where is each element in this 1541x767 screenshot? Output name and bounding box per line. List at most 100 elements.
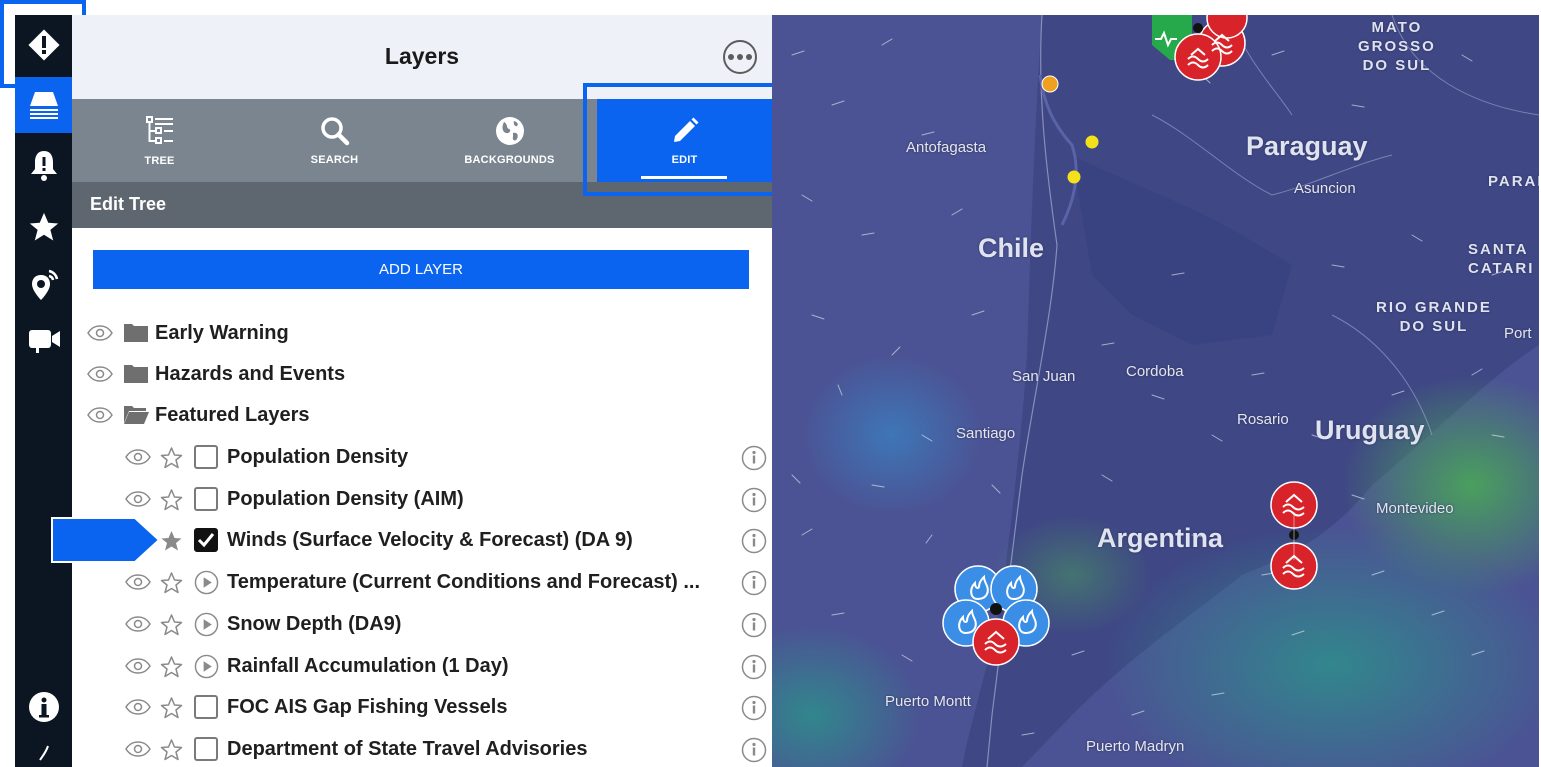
map-country-label: Uruguay — [1315, 415, 1425, 445]
favorite-star-icon[interactable] — [159, 696, 184, 720]
favorite-star-icon[interactable] — [159, 571, 184, 595]
location-signal-icon[interactable] — [15, 257, 72, 313]
layer-label: Population Density (AIM) — [227, 488, 464, 510]
tree-icon — [145, 115, 173, 144]
icon-rail — [15, 15, 72, 767]
folder-row-hazards-and-events[interactable]: Hazards and Events — [72, 355, 772, 395]
map-city-label: Rosario — [1237, 411, 1289, 428]
layer-label: FOC AIS Gap Fishing Vessels — [227, 696, 508, 718]
map-background — [772, 15, 1539, 767]
eye-icon[interactable] — [125, 574, 151, 590]
favorite-star-icon[interactable] — [159, 738, 184, 762]
map-city-label: Asuncion — [1294, 180, 1356, 197]
info-circle-icon[interactable] — [741, 612, 767, 638]
layer-label: Population Density — [227, 446, 409, 468]
tab-search[interactable]: SEARCH — [247, 99, 422, 182]
layer-row[interactable]: Snow Depth (DA9) — [72, 605, 772, 645]
info-circle-icon[interactable] — [741, 445, 767, 471]
layer-row[interactable]: Population Density (AIM) — [72, 480, 772, 520]
video-camera-icon[interactable] — [15, 311, 72, 367]
layers-panel: Layers TREE SEARCH BACKGROUNDS EDIT Edit… — [72, 15, 772, 767]
favorite-star-icon[interactable] — [159, 655, 184, 679]
globe-icon — [495, 116, 524, 145]
map-region-label: RIO GRANDE DO SUL — [1376, 299, 1492, 335]
map-view[interactable]: MATO GROSSO DO SUL PARANÁ SANTA CATARI R… — [772, 15, 1539, 767]
eye-icon[interactable] — [125, 699, 151, 715]
eye-icon[interactable] — [125, 741, 151, 757]
info-circle-icon[interactable] — [741, 737, 767, 763]
callout-arrow — [51, 517, 161, 563]
panel-header: Layers — [72, 15, 772, 99]
map-city-label: Puerto Madryn — [1086, 738, 1185, 755]
info-circle-icon[interactable] — [741, 695, 767, 721]
favorite-star-icon[interactable] — [159, 446, 184, 470]
eye-icon[interactable] — [125, 491, 151, 507]
eye-icon[interactable] — [87, 325, 113, 341]
info-icon[interactable] — [15, 679, 72, 735]
layer-row[interactable]: Temperature (Current Conditions and Fore… — [72, 563, 772, 603]
tab-edit[interactable]: EDIT — [597, 99, 772, 182]
layer-checkbox[interactable] — [194, 695, 218, 719]
play-circle-icon[interactable] — [194, 654, 219, 679]
eye-icon[interactable] — [87, 407, 113, 423]
map-city-label: San Juan — [1012, 368, 1076, 385]
layer-row[interactable]: Rainfall Accumulation (1 Day) — [72, 647, 772, 687]
layers-icon[interactable] — [15, 77, 72, 133]
favorite-star-icon[interactable] — [159, 488, 184, 512]
map-country-label: Argentina — [1097, 523, 1224, 553]
layer-row[interactable]: Department of State Travel Advisories — [72, 730, 772, 767]
add-layer-button[interactable]: ADD LAYER — [93, 250, 749, 289]
eye-icon[interactable] — [125, 616, 151, 632]
folder-label: Featured Layers — [155, 404, 310, 426]
favorite-star-icon[interactable] — [159, 613, 184, 637]
map-city-label: Puerto Montt — [885, 693, 971, 710]
map-city-label: Port — [1504, 325, 1532, 342]
more-options-button[interactable] — [723, 40, 757, 74]
active-tab-underline — [641, 176, 727, 179]
eye-icon[interactable] — [125, 449, 151, 465]
folder-label: Early Warning — [155, 322, 289, 344]
layer-label: Winds (Surface Velocity & Forecast) (DA … — [227, 529, 633, 551]
info-circle-icon[interactable] — [741, 654, 767, 680]
tab-backgrounds[interactable]: BACKGROUNDS — [422, 99, 597, 182]
folder-row-featured-layers[interactable]: Featured Layers — [72, 396, 772, 436]
map-country-label: Paraguay — [1246, 131, 1368, 161]
map-city-label: Cordoba — [1126, 363, 1184, 380]
search-icon — [320, 116, 349, 145]
tab-search-label: SEARCH — [310, 153, 359, 166]
warning-diamond-icon[interactable] — [15, 17, 72, 73]
layer-label: Snow Depth (DA9) — [227, 613, 402, 635]
folder-label: Hazards and Events — [155, 363, 346, 385]
tab-tree-label: TREE — [144, 154, 175, 167]
folder-open-icon — [124, 406, 149, 424]
info-circle-icon[interactable] — [741, 487, 767, 513]
layer-checkbox[interactable] — [194, 487, 218, 511]
star-icon[interactable] — [15, 199, 72, 255]
layer-row[interactable]: FOC AIS Gap Fishing Vessels — [72, 688, 772, 728]
map-region-label: MATO GROSSO DO SUL — [1358, 19, 1436, 74]
info-circle-icon[interactable] — [741, 570, 767, 596]
eye-icon[interactable] — [125, 658, 151, 674]
section-title: Edit Tree — [72, 182, 772, 228]
play-circle-icon[interactable] — [194, 612, 219, 637]
link-icon[interactable] — [15, 737, 72, 767]
play-circle-icon[interactable] — [194, 570, 219, 595]
map-city-label: Santiago — [956, 425, 1016, 442]
map-city-label: Montevideo — [1376, 500, 1454, 517]
favorite-star-filled-icon[interactable] — [159, 529, 184, 553]
layer-checkbox[interactable] — [194, 445, 218, 469]
tab-backgrounds-label: BACKGROUNDS — [464, 153, 555, 166]
layer-row[interactable]: Population Density — [72, 438, 772, 478]
layer-label: Rainfall Accumulation (1 Day) — [227, 655, 509, 677]
folder-row-early-warning[interactable]: Early Warning — [72, 314, 772, 354]
tab-tree[interactable]: TREE — [72, 99, 247, 182]
alert-bell-icon[interactable] — [15, 137, 72, 193]
eye-icon[interactable] — [87, 366, 113, 382]
layer-checkbox[interactable] — [194, 528, 218, 552]
pencil-icon — [673, 117, 698, 142]
info-circle-icon[interactable] — [741, 528, 767, 554]
layer-label: Department of State Travel Advisories — [227, 738, 588, 760]
layer-label: Temperature (Current Conditions and Fore… — [227, 571, 701, 593]
layer-row[interactable]: Winds (Surface Velocity & Forecast) (DA … — [72, 521, 772, 561]
layer-checkbox[interactable] — [194, 737, 218, 761]
